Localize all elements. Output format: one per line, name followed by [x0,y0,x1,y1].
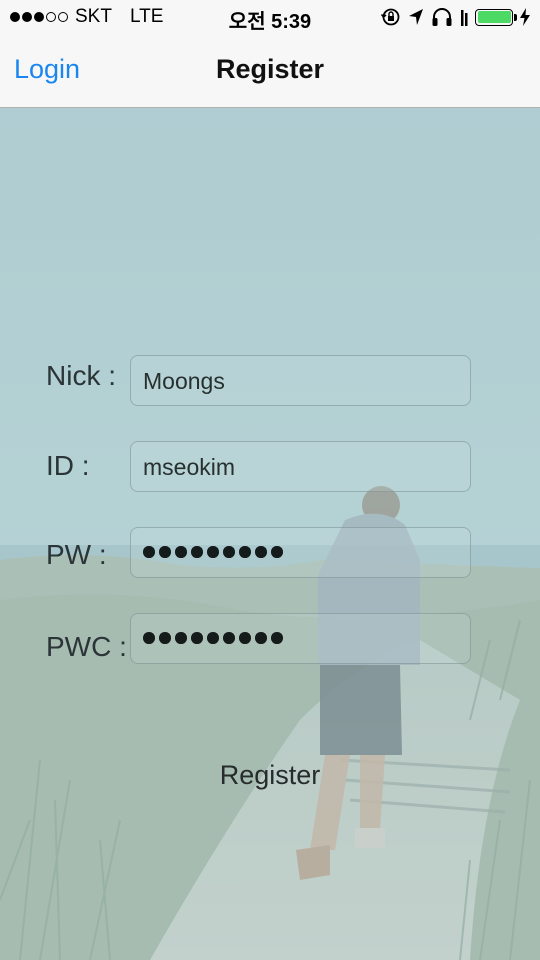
password-input[interactable] [130,527,471,578]
password-confirm-input[interactable] [130,613,471,664]
password-dot [143,546,155,558]
password-dot [207,546,219,558]
password-mask [143,540,283,558]
id-value: mseokim [143,454,236,480]
location-arrow-icon [409,9,423,25]
password-confirm-mask [143,626,283,644]
password-dot [191,546,203,558]
password-dot [191,632,203,644]
password-dot [207,632,219,644]
charging-bolt-icon [520,8,530,26]
headphones-icon [432,8,452,26]
password-dot [159,546,171,558]
password-dot [223,546,235,558]
id-label: ID : [46,450,90,481]
battery-icon [475,8,517,26]
password-dot [143,632,155,644]
battery-level [477,11,511,23]
password-dot [175,546,187,558]
password-dot [239,632,251,644]
id-input[interactable]: mseokim [130,441,471,492]
page-title: Register [215,54,325,84]
pwc-row: PWC : [0,613,540,665]
orientation-lock-icon [381,8,400,26]
register-button[interactable]: Register [0,760,540,791]
pw-row: PW : [0,527,540,579]
password-dot [255,632,267,644]
nick-label: Nick : [46,360,116,391]
signal-bars-icon [461,10,468,26]
nick-row: Nick : Moongs [0,355,540,407]
status-bar: SKT LTE 오전 5:39 [0,0,540,34]
navigation-bar: Login Register [0,34,540,108]
id-row: ID : mseokim [0,441,540,493]
password-dot [271,632,283,644]
pw-label: PW : [46,539,107,570]
password-dot [159,632,171,644]
nick-input[interactable]: Moongs [130,355,471,406]
password-dot [271,546,283,558]
status-right [381,7,530,27]
password-dot [223,632,235,644]
password-dot [239,546,251,558]
pwc-label: PWC : [46,631,127,662]
nick-value: Moongs [143,368,225,394]
register-screen: SKT LTE 오전 5:39 Login Register Nick: Mo… [0,0,540,960]
password-dot [175,632,187,644]
password-dot [255,546,267,558]
